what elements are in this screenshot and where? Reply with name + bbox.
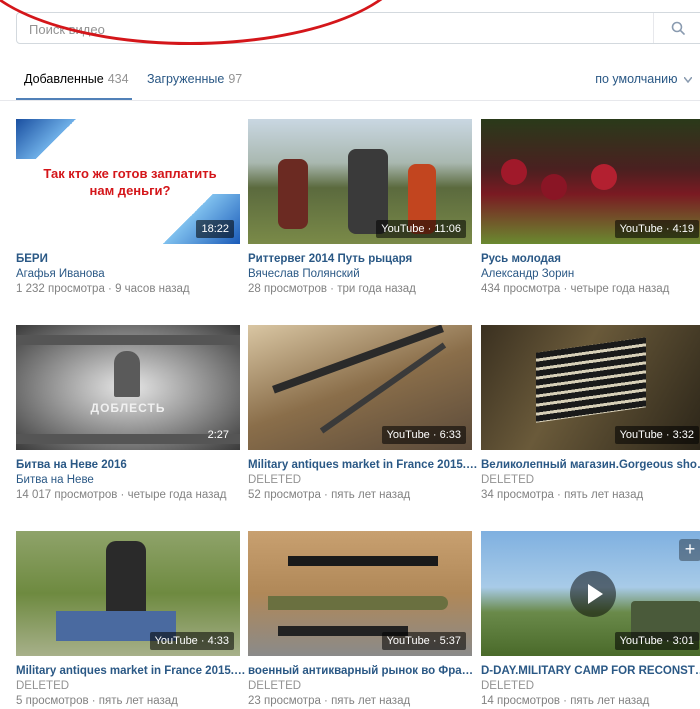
video-title[interactable]: Великолепный магазин.Gorgeous shop))) bbox=[481, 459, 700, 471]
thumb-rifle bbox=[319, 342, 447, 434]
thumb-rivet-bar bbox=[16, 335, 240, 345]
thumb-figure bbox=[278, 159, 308, 229]
thumb-rifle bbox=[288, 556, 438, 566]
video-duration: YouTube · 3:01 bbox=[614, 632, 699, 650]
video-thumbnail[interactable]: Так кто же готов заплатить нам деньги? 1… bbox=[16, 119, 240, 244]
sort-label: по умолчанию bbox=[595, 72, 678, 86]
video-tabs: Добавленные 434 Загруженные 97 по умолчани… bbox=[0, 62, 700, 101]
video-thumbnail[interactable]: YouTube · 4:33 bbox=[16, 531, 240, 656]
video-thumbnail[interactable]: YouTube · 5:37 bbox=[248, 531, 472, 656]
video-title[interactable]: Military antiques market in France 2015.… bbox=[248, 459, 478, 471]
video-duration: YouTube · 4:33 bbox=[149, 632, 234, 650]
video-meta: 1 232 просмотра · 9 часов назад bbox=[16, 283, 190, 295]
video-meta: 52 просмотра · пять лет назад bbox=[248, 489, 411, 501]
video-meta: 14 017 просмотров · четыре года назад bbox=[16, 489, 227, 501]
video-thumbnail[interactable]: + YouTube · 3:01 bbox=[481, 531, 700, 656]
video-thumbnail[interactable]: YouTube · 6:33 bbox=[248, 325, 472, 450]
video-title[interactable]: Military antiques market in France 2015.… bbox=[16, 665, 246, 677]
video-duration: YouTube · 11:06 bbox=[376, 220, 466, 238]
video-meta: 434 просмотра · четыре года назад bbox=[481, 283, 670, 295]
video-card[interactable]: Так кто же готов заплатить нам деньги? 1… bbox=[16, 119, 240, 295]
video-card[interactable]: YouTube · 4:19 Русь молодая Александр Зо… bbox=[481, 119, 700, 295]
video-card[interactable]: YouTube · 5:37 военный антикварный рынок… bbox=[248, 531, 478, 707]
video-title[interactable]: Риттервег 2014 Путь рыцаря bbox=[248, 253, 478, 265]
video-card[interactable]: YouTube · 3:32 Великолепный магазин.Gorg… bbox=[481, 325, 700, 501]
video-card[interactable]: YouTube · 6:33 Military antiques market … bbox=[248, 325, 478, 501]
tab-uploaded[interactable]: Загруженные 97 bbox=[147, 72, 242, 86]
thumb-plaques bbox=[536, 337, 646, 423]
video-author[interactable]: Александр Зорин bbox=[481, 268, 700, 280]
video-card[interactable]: ДОБЛЕСТЬ 2:27 Битва на Неве 2016 Битва н… bbox=[16, 325, 240, 501]
video-title[interactable]: Русь молодая bbox=[481, 253, 700, 265]
video-card[interactable]: + YouTube · 3:01 D-DAY.MILITARY CAMP FOR… bbox=[481, 531, 700, 707]
tab-added[interactable]: Добавленные 434 bbox=[24, 72, 129, 86]
sort-dropdown[interactable]: по умолчанию bbox=[595, 72, 693, 86]
video-author[interactable]: Вячеслав Полянский bbox=[248, 268, 472, 280]
tab-count: 434 bbox=[107, 72, 129, 86]
thumb-shield bbox=[591, 164, 617, 190]
video-thumbnail[interactable]: ДОБЛЕСТЬ 2:27 bbox=[16, 325, 240, 450]
video-thumbnail[interactable]: YouTube · 11:06 bbox=[248, 119, 472, 244]
video-title[interactable]: Битва на Неве 2016 bbox=[16, 459, 246, 471]
tab-label: Загруженные bbox=[147, 72, 225, 86]
thumbnail-caption: ДОБЛЕСТЬ bbox=[90, 401, 166, 415]
video-card[interactable]: YouTube · 11:06 Риттервег 2014 Путь рыца… bbox=[248, 119, 472, 295]
video-author: DELETED bbox=[481, 680, 535, 692]
active-tab-indicator bbox=[16, 98, 132, 100]
video-author: DELETED bbox=[248, 680, 302, 692]
video-title[interactable]: военный антикварный рынок во Фран... bbox=[248, 665, 478, 677]
tab-label: Добавленные bbox=[24, 72, 104, 86]
video-duration: 2:27 bbox=[207, 429, 229, 441]
thumb-figure bbox=[106, 541, 146, 621]
video-author[interactable]: Битва на Неве bbox=[16, 474, 240, 486]
video-meta: 14 просмотров · пять лет назад bbox=[481, 695, 650, 707]
video-duration: YouTube · 4:19 bbox=[614, 220, 699, 238]
video-title[interactable]: D-DAY.MILITARY CAMP FOR RECONSTR... bbox=[481, 665, 700, 677]
thumb-shield bbox=[541, 174, 567, 200]
video-meta: 23 просмотра · пять лет назад bbox=[248, 695, 411, 707]
video-duration: 18:22 bbox=[196, 220, 234, 238]
tab-count: 97 bbox=[228, 72, 243, 86]
thumb-shield bbox=[501, 159, 527, 185]
video-meta: 34 просмотра · пять лет назад bbox=[481, 489, 644, 501]
helmet-icon bbox=[114, 351, 140, 397]
video-duration: YouTube · 3:32 bbox=[614, 426, 699, 444]
video-author: DELETED bbox=[16, 680, 70, 692]
add-video-button[interactable]: + bbox=[679, 539, 700, 561]
search-button[interactable] bbox=[653, 13, 700, 43]
thumbnail-caption: Так кто же готов заплатить нам деньги? bbox=[43, 166, 217, 198]
video-meta: 5 просмотров · пять лет назад bbox=[16, 695, 178, 707]
chevron-down-icon bbox=[683, 76, 693, 84]
video-title[interactable]: БЕРИ bbox=[16, 253, 246, 265]
play-button[interactable] bbox=[570, 571, 616, 617]
video-thumbnail[interactable]: YouTube · 4:19 bbox=[481, 119, 700, 244]
video-thumbnail[interactable]: YouTube · 3:32 bbox=[481, 325, 700, 450]
video-duration: YouTube · 6:33 bbox=[381, 426, 466, 444]
video-meta: 28 просмотров · три года назад bbox=[248, 283, 416, 295]
thumb-decoration bbox=[16, 119, 76, 159]
video-author[interactable]: Агафья Иванова bbox=[16, 268, 240, 280]
video-author: DELETED bbox=[248, 474, 302, 486]
thumb-rocket bbox=[268, 596, 448, 610]
plus-icon: + bbox=[684, 539, 696, 559]
video-duration: YouTube · 5:37 bbox=[381, 632, 466, 650]
video-author: DELETED bbox=[481, 474, 535, 486]
video-card[interactable]: YouTube · 4:33 Military antiques market … bbox=[16, 531, 246, 707]
search-icon bbox=[671, 21, 685, 35]
